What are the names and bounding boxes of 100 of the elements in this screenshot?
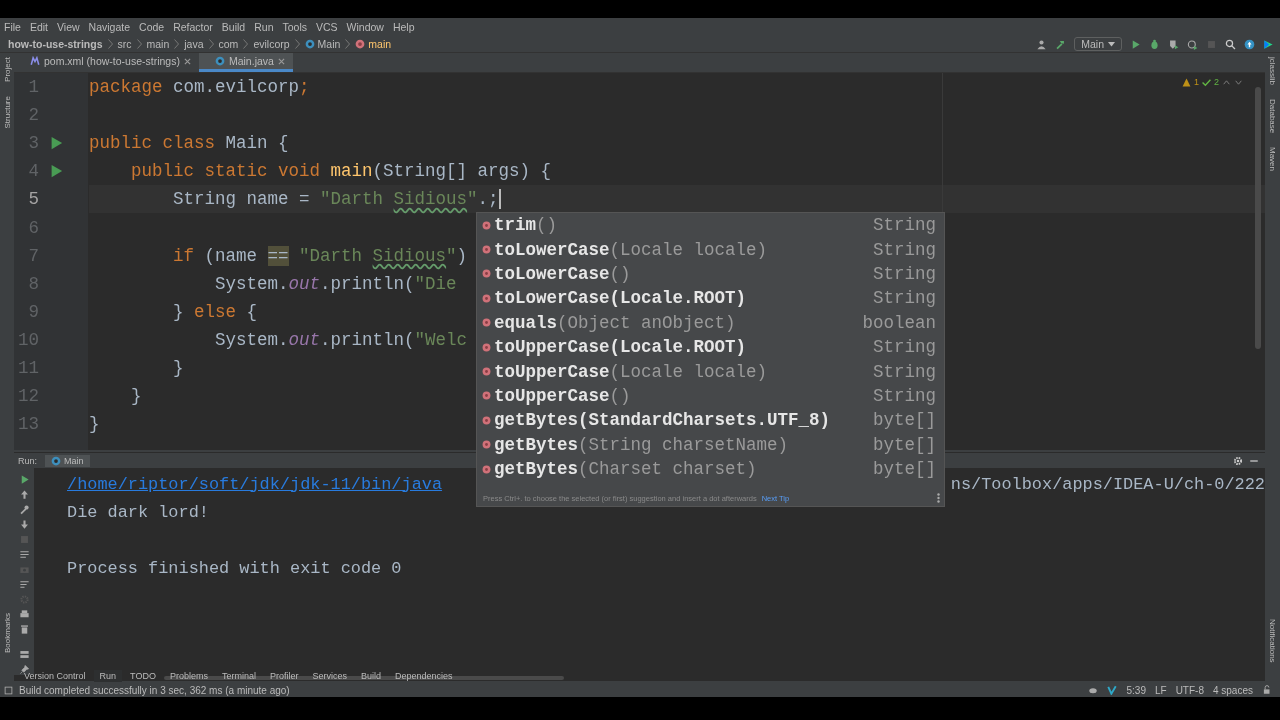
settings-icon[interactable]: [1233, 455, 1243, 466]
completion-item[interactable]: toUpperCase(Locale.ROOT) String: [477, 334, 944, 360]
method-icon[interactable]: [482, 318, 491, 328]
tool-window-tab[interactable]: Database: [1268, 99, 1277, 134]
run-icon[interactable]: [49, 164, 63, 179]
lines-icon[interactable]: [18, 549, 30, 560]
menu-item[interactable]: Run: [254, 21, 274, 33]
completion-item[interactable]: getBytes(StandardCharsets.UTF_8) byte[]: [477, 408, 944, 433]
tool-window-tab[interactable]: Services: [306, 670, 353, 682]
completion-item[interactable]: toUpperCase() String: [477, 383, 944, 409]
tool-window-tab[interactable]: Bookmarks: [2, 613, 12, 653]
menu-item[interactable]: View: [57, 21, 80, 33]
maven-icon[interactable]: [30, 56, 40, 66]
menu-item[interactable]: Refactor: [173, 21, 213, 33]
command-link[interactable]: /home/riptor/soft/jdk/jdk-11/bin/java: [67, 474, 443, 494]
tool-window-tab[interactable]: Problems: [163, 670, 214, 682]
menu-item[interactable]: Navigate: [88, 21, 131, 33]
run-icon[interactable]: [1130, 38, 1141, 50]
completion-item[interactable]: toLowerCase() String: [477, 261, 944, 287]
breadcrumb-item[interactable]: main: [355, 38, 392, 50]
close-icon[interactable]: [183, 57, 191, 65]
tool-window-tab[interactable]: Maven: [1268, 147, 1277, 172]
console-tab[interactable]: Main: [45, 454, 90, 467]
run-config-dropdown[interactable]: Main: [1074, 37, 1122, 51]
completion-item[interactable]: equals(Object anObject) boolean: [477, 310, 944, 335]
breadcrumb-item[interactable]: evilcorp: [253, 38, 290, 50]
method-icon[interactable]: [482, 440, 491, 450]
caret-position[interactable]: 5:39: [1126, 684, 1146, 696]
class-icon[interactable]: [51, 455, 61, 466]
tool-window-tab[interactable]: Terminal: [215, 670, 262, 682]
tool-window-tab[interactable]: Notifications: [1268, 619, 1277, 663]
wrench-icon[interactable]: [18, 504, 30, 515]
tool-window-tab[interactable]: Project: [2, 57, 12, 82]
close-icon[interactable]: [277, 57, 285, 65]
method-icon[interactable]: [482, 415, 491, 425]
editor-tab[interactable]: pom.xml (how-to-use-strings): [14, 53, 199, 72]
completion-item[interactable]: toLowerCase(Locale locale) String: [477, 237, 944, 262]
completion-item[interactable]: trim() String: [477, 213, 944, 238]
caret-icon[interactable]: [1108, 41, 1115, 47]
panel-icon[interactable]: [4, 685, 13, 695]
breadcrumb-item[interactable]: com: [218, 38, 239, 50]
breadcrumb-item[interactable]: main: [146, 38, 170, 50]
method-icon[interactable]: [482, 464, 491, 474]
scrollbar[interactable]: [1255, 87, 1261, 349]
class-icon[interactable]: [214, 56, 225, 66]
layout-icon[interactable]: [18, 649, 30, 660]
breadcrumb-item[interactable]: java: [184, 38, 204, 50]
menu-item[interactable]: Edit: [29, 21, 48, 33]
printer-icon[interactable]: [18, 609, 30, 620]
tool-window-tab[interactable]: jclasslib: [1268, 57, 1277, 85]
checkmark-icon[interactable]: [1202, 77, 1211, 87]
method-icon[interactable]: [482, 367, 491, 377]
tool-window-tab[interactable]: Dependencies: [389, 670, 459, 682]
method-icon[interactable]: [482, 342, 491, 352]
tool-window-tab[interactable]: Profiler: [263, 670, 305, 682]
line-ending[interactable]: LF: [1154, 684, 1167, 696]
menu-item[interactable]: Code: [139, 21, 165, 33]
tool-window-tab[interactable]: Structure: [2, 95, 12, 129]
up-arrow-icon[interactable]: [18, 489, 30, 500]
method-icon[interactable]: [482, 293, 491, 303]
ide-logo-icon[interactable]: [1263, 38, 1274, 50]
menu-item[interactable]: Build: [221, 21, 246, 33]
editor-tab[interactable]: Main.java: [198, 53, 293, 72]
warning-count[interactable]: 1: [1193, 77, 1199, 87]
menu-item[interactable]: File: [4, 21, 21, 33]
tool-window-tab[interactable]: Run: [93, 670, 123, 682]
method-icon[interactable]: [482, 269, 491, 279]
shield-icon[interactable]: [1168, 38, 1179, 50]
tool-window-tab[interactable]: TODO: [124, 670, 162, 682]
update-icon[interactable]: [1244, 38, 1255, 50]
typo-count[interactable]: 2: [1214, 77, 1219, 87]
menu-item[interactable]: Help: [392, 21, 415, 33]
warning-icon[interactable]: [1181, 77, 1191, 87]
menu-item[interactable]: Tools: [282, 21, 307, 33]
method-icon[interactable]: [482, 220, 491, 230]
completion-item[interactable]: toLowerCase(Locale.ROOT) String: [477, 286, 944, 311]
file-encoding[interactable]: UTF-8: [1175, 684, 1204, 696]
bug-icon[interactable]: [1149, 38, 1160, 50]
search-icon[interactable]: [1225, 38, 1236, 50]
menu-item[interactable]: VCS: [316, 21, 338, 33]
run-icon[interactable]: [49, 136, 63, 151]
method-icon[interactable]: [482, 391, 491, 401]
menu-item[interactable]: Window: [346, 21, 384, 33]
breadcrumb-item[interactable]: how-to-use-strings: [8, 38, 103, 50]
completion-item[interactable]: getBytes(Charset charset) byte[]: [477, 456, 944, 482]
lock-icon[interactable]: [1262, 685, 1272, 695]
method-icon[interactable]: [355, 39, 366, 49]
breadcrumb-item[interactable]: Main: [304, 38, 341, 50]
checkmark-icon[interactable]: [1107, 685, 1118, 695]
sort-icon[interactable]: [18, 579, 30, 590]
indent-setting[interactable]: 4 spaces: [1212, 684, 1253, 696]
class-icon[interactable]: [304, 39, 315, 49]
completion-item[interactable]: getBytes(String charsetName) byte[]: [477, 432, 944, 457]
method-icon[interactable]: [482, 245, 491, 255]
more-icon[interactable]: [937, 493, 940, 503]
tool-window-tab[interactable]: Version Control: [18, 670, 92, 682]
completion-item[interactable]: toUpperCase(Locale locale) String: [477, 359, 944, 384]
tool-window-tab[interactable]: Build: [354, 670, 387, 682]
trash-icon[interactable]: [18, 624, 30, 635]
breadcrumb-item[interactable]: src: [117, 38, 132, 50]
